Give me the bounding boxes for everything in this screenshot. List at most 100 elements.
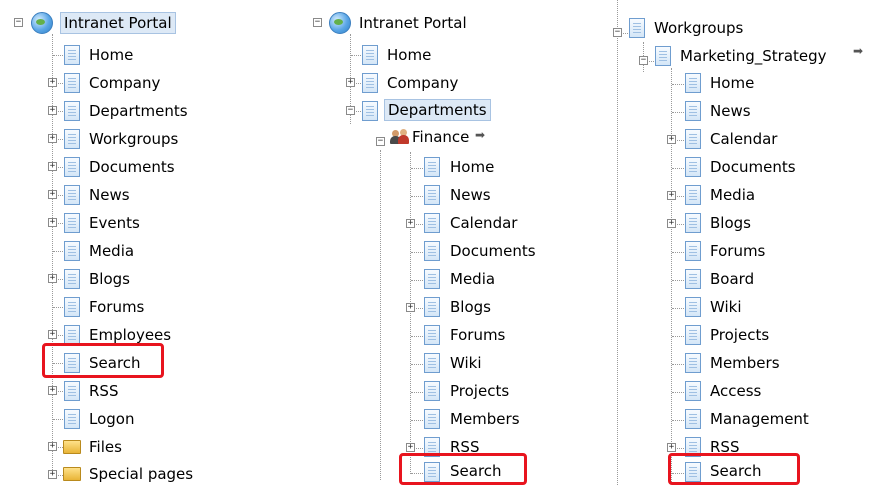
- page-icon: [685, 241, 701, 261]
- page-icon: [685, 297, 701, 317]
- page-icon: [64, 297, 80, 317]
- tree-item-label: Projects: [450, 382, 510, 400]
- tree-guide: [52, 34, 53, 474]
- collapse-toggle[interactable]: −: [639, 56, 648, 65]
- collapse-toggle[interactable]: −: [613, 28, 622, 37]
- page-icon: [685, 381, 701, 401]
- page-icon: [64, 241, 80, 261]
- page-icon: [424, 213, 440, 233]
- tree-guide: [617, 0, 618, 485]
- tree-item-label: News: [89, 186, 130, 204]
- tree-item-label: Home: [710, 74, 755, 92]
- tree-item-label: Forums: [89, 298, 145, 316]
- page-icon: [629, 18, 645, 38]
- page-icon: [64, 269, 80, 289]
- tree-item-label: Documents: [89, 158, 175, 176]
- expand-toggle[interactable]: +: [48, 218, 57, 227]
- page-icon: [685, 73, 701, 93]
- tree-item-label: Wiki: [710, 298, 742, 316]
- page-icon: [424, 241, 440, 261]
- page-icon: [685, 213, 701, 233]
- expand-toggle[interactable]: +: [48, 470, 57, 479]
- expand-toggle[interactable]: +: [667, 443, 676, 452]
- page-icon: [685, 353, 701, 373]
- expand-toggle[interactable]: +: [48, 190, 57, 199]
- tree-item-label: Access: [710, 382, 762, 400]
- tree-item-label: RSS: [89, 382, 119, 400]
- arrow-right-icon: ➡: [853, 44, 864, 58]
- collapse-toggle[interactable]: −: [313, 18, 322, 27]
- expand-toggle[interactable]: +: [48, 274, 57, 283]
- tree-item-label: Projects: [710, 326, 770, 344]
- page-icon: [424, 297, 440, 317]
- folder-icon: [63, 467, 81, 481]
- tree-item-label: Finance: [412, 128, 470, 146]
- expand-toggle[interactable]: +: [48, 162, 57, 171]
- expand-toggle[interactable]: +: [667, 191, 676, 200]
- expand-toggle[interactable]: +: [406, 443, 415, 452]
- page-icon: [424, 157, 440, 177]
- tree-item-label: Forums: [450, 326, 506, 344]
- expand-toggle[interactable]: +: [48, 330, 57, 339]
- expand-toggle[interactable]: +: [346, 78, 355, 87]
- tree-item-label: Company: [387, 74, 459, 92]
- tree-item-label: Departments: [89, 102, 188, 120]
- tree-item-label: Home: [89, 46, 134, 64]
- arrow-right-icon: ➡: [475, 128, 486, 142]
- collapse-toggle[interactable]: −: [376, 137, 385, 146]
- tree-item-label: Media: [89, 242, 135, 260]
- tree-root-intranet-portal[interactable]: Intranet Portal: [60, 12, 176, 34]
- expand-toggle[interactable]: +: [406, 303, 415, 312]
- tree-item-label: Management: [710, 410, 809, 428]
- tree-item-label: Documents: [450, 242, 536, 260]
- group-icon: [390, 128, 410, 144]
- expand-toggle[interactable]: +: [406, 219, 415, 228]
- tree-item-label: Calendar: [450, 214, 518, 232]
- expand-toggle[interactable]: +: [48, 442, 57, 451]
- page-icon: [685, 409, 701, 429]
- expand-toggle[interactable]: +: [48, 134, 57, 143]
- page-icon: [424, 409, 440, 429]
- tree-item-label: Marketing_Strategy: [680, 47, 827, 65]
- page-icon: [424, 269, 440, 289]
- page-icon: [64, 129, 80, 149]
- tree-item-label: Members: [710, 354, 780, 372]
- page-icon: [424, 381, 440, 401]
- tree-root-intranet-portal[interactable]: Intranet Portal: [356, 12, 470, 34]
- tree-item-label: Logon: [89, 410, 135, 428]
- tree-item-label: Blogs: [450, 298, 491, 316]
- tree-item-label: Departments: [384, 99, 491, 121]
- folder-icon: [63, 440, 81, 454]
- page-icon: [64, 213, 80, 233]
- expand-toggle[interactable]: +: [48, 78, 57, 87]
- page-icon: [64, 157, 80, 177]
- tree-guide: [380, 150, 381, 480]
- tree-item-label: Documents: [710, 158, 796, 176]
- page-icon: [64, 185, 80, 205]
- tree-panel-departments: − Intranet Portal Home + Company − Depar…: [300, 0, 590, 485]
- tree-item-label: Board: [710, 270, 755, 288]
- expand-toggle[interactable]: +: [667, 219, 676, 228]
- globe-icon: [329, 12, 351, 34]
- page-icon: [64, 101, 80, 121]
- page-icon: [424, 325, 440, 345]
- collapse-toggle[interactable]: −: [346, 106, 355, 115]
- tree-item-label: Blogs: [710, 214, 751, 232]
- page-icon: [685, 129, 701, 149]
- expand-toggle[interactable]: +: [48, 106, 57, 115]
- page-icon: [64, 45, 80, 65]
- expand-toggle[interactable]: +: [667, 135, 676, 144]
- tree-item-label: News: [710, 102, 751, 120]
- page-icon: [685, 325, 701, 345]
- tree-item-label: Forums: [710, 242, 766, 260]
- page-icon: [655, 46, 671, 66]
- search-highlight-box: [399, 453, 527, 485]
- tree-item-label: Wiki: [450, 354, 482, 372]
- tree-item-label: Media: [450, 270, 496, 288]
- page-icon: [64, 409, 80, 429]
- page-icon: [362, 73, 378, 93]
- page-icon: [362, 45, 378, 65]
- tree-panel-intranet: − Intranet Portal Home + Company + Depar…: [0, 0, 290, 485]
- collapse-toggle[interactable]: −: [14, 18, 23, 27]
- expand-toggle[interactable]: +: [48, 386, 57, 395]
